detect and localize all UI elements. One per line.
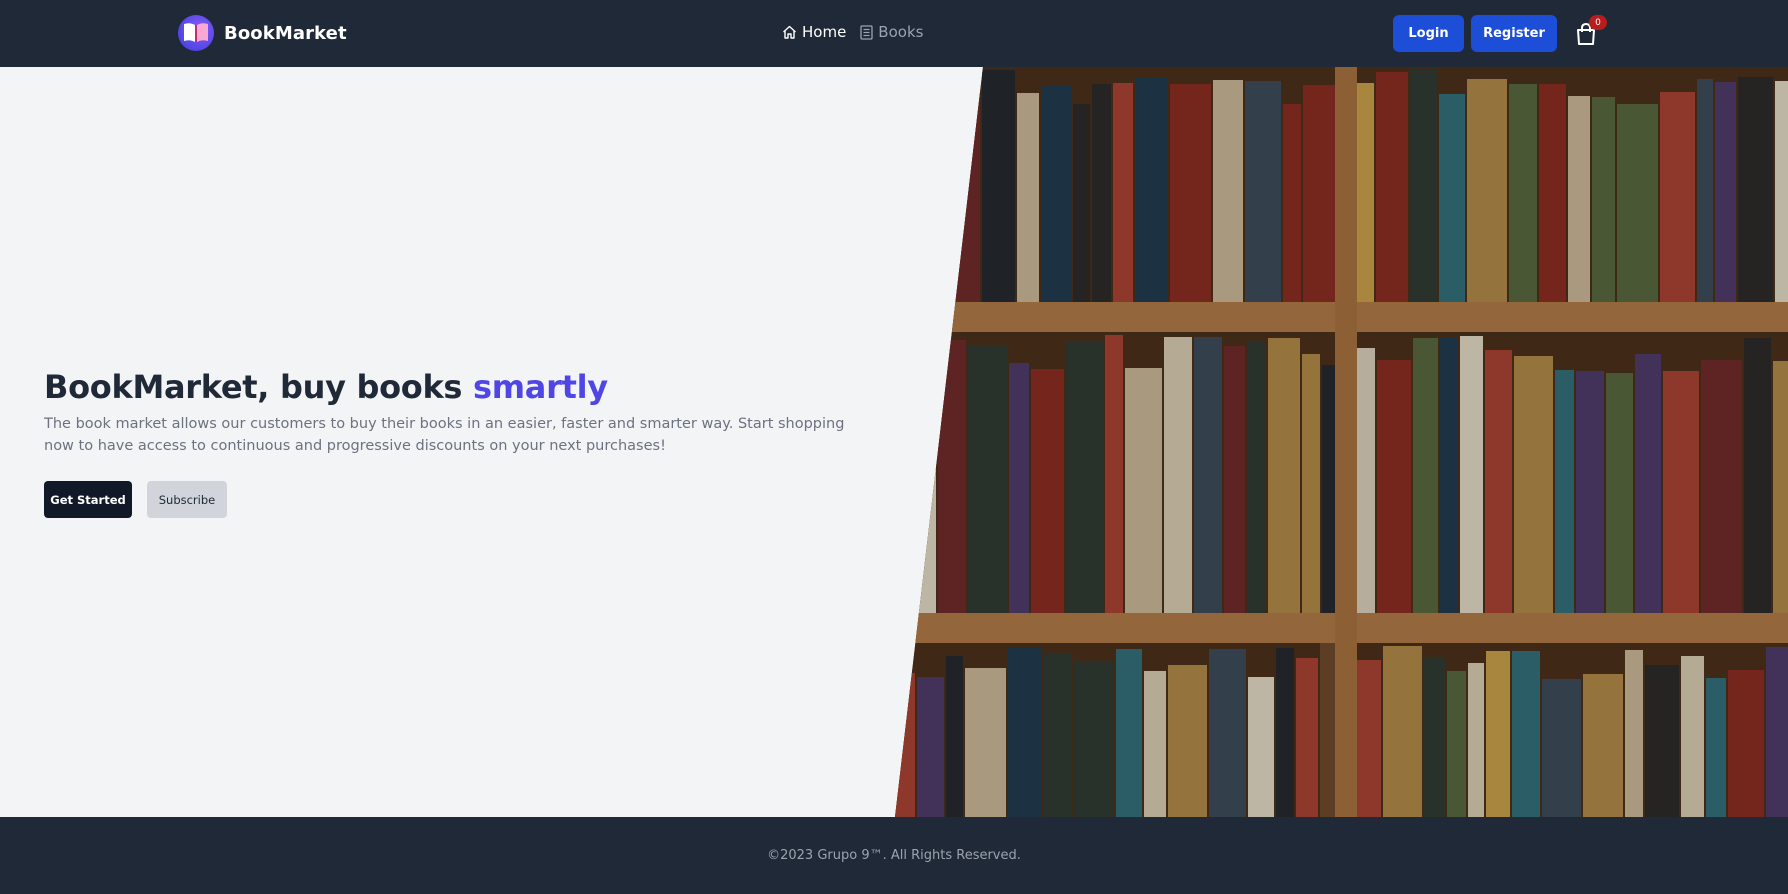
hero-title-main: BookMarket, buy books [44,368,474,406]
book-spine [934,102,952,302]
hero-buttons: Get Started Subscribe [44,481,864,518]
get-started-button[interactable]: Get Started [44,481,132,518]
book-spine [895,338,907,613]
hero-description: The book market allows our customers to … [44,416,845,454]
book-list-icon [860,24,873,40]
hero-content: BookMarket, buy books smartly The book m… [44,367,864,518]
main-nav: Home Books [782,23,923,41]
image-shade [895,67,1788,817]
open-book-icon [178,15,214,51]
nav-link-books[interactable]: Books [860,23,923,41]
footer: ©2023 Grupo 9™. All Rights Reserved. [0,817,1788,894]
hero-title: BookMarket, buy books smartly [44,367,864,407]
login-button[interactable]: Login [1393,15,1464,52]
subscribe-button[interactable]: Subscribe [147,481,227,518]
hero-section: BookMarket, buy books smartly The book m… [0,67,1788,817]
register-button[interactable]: Register [1471,15,1557,52]
nav-link-label: Home [802,23,847,41]
cart-count-badge: 0 [1589,15,1607,30]
navbar: BookMarket Home Books Login Register 0 [0,0,1788,67]
nav-link-label: Books [878,23,924,41]
book-spine [895,89,908,302]
home-icon [783,25,796,39]
brand[interactable]: BookMarket [178,15,347,51]
brand-name: BookMarket [224,22,347,44]
hero-title-accent: smartly [473,368,608,406]
nav-link-home[interactable]: Home [782,23,846,41]
book-spine [910,84,932,302]
footer-copyright: ©2023 Grupo 9™. All Rights Reserved. [767,848,1021,863]
